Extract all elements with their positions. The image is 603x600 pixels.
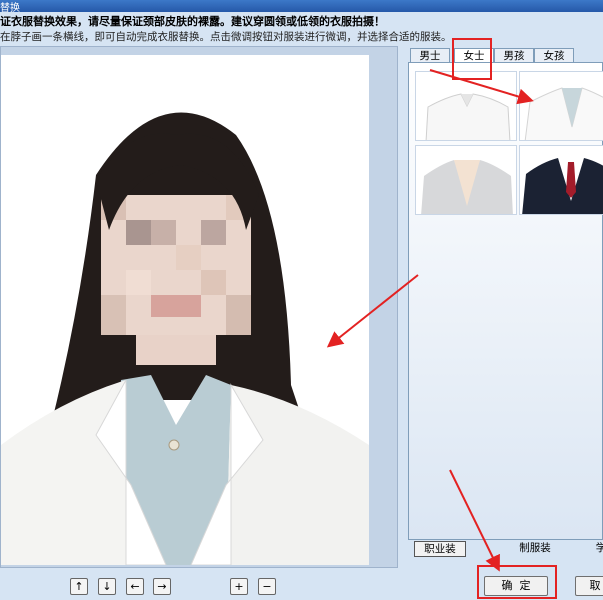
left-arrow-icon: ← [130,580,140,593]
cancel-button[interactable]: 取 [575,576,603,596]
clothes-thumb-grey-blazer[interactable] [415,145,517,215]
move-up-button[interactable]: ↑ [70,578,88,595]
clothes-list-panel [408,62,603,540]
notice-line-2: 在脖子画一条横线，即可自动完成衣服替换。点击微调按钮对服装进行微调，并选择合适的… [0,31,452,43]
photo-preview-panel [0,46,398,568]
title-bar: 替换 [0,0,603,14]
portrait-photo[interactable] [1,55,369,565]
category-professional[interactable]: 职业装 [414,541,466,557]
zoom-out-icon: − [262,580,272,593]
move-right-button[interactable]: → [153,578,171,595]
move-down-button[interactable]: ↓ [98,578,116,595]
clothes-thumb-white-shirt[interactable] [415,71,517,141]
highlight-box-women-tab [452,38,492,80]
notice-line-1: 证衣服替换效果，请尽量保证颈部皮肤的裸露。建议穿圆领或低领的衣服拍摄！ [0,15,385,28]
zoom-out-button[interactable]: − [258,578,276,595]
window-title: 替换 [0,3,20,14]
right-arrow-icon: → [157,580,167,593]
highlight-box-ok-button [477,565,557,599]
category-student[interactable]: 学 [595,541,603,557]
zoom-in-icon: + [234,580,244,593]
category-uniform[interactable]: 制服装 [509,541,561,557]
move-left-button[interactable]: ← [126,578,144,595]
zoom-in-button[interactable]: + [230,578,248,595]
down-arrow-icon: ↓ [102,580,112,593]
clothes-thumb-white-blazer[interactable] [519,71,603,141]
up-arrow-icon: ↑ [74,580,84,593]
clothes-thumb-navy-suit[interactable] [519,145,603,215]
